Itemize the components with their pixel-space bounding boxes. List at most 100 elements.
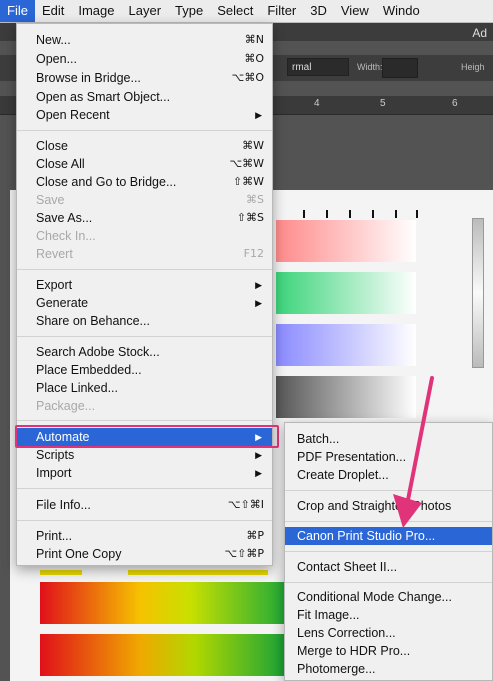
menu-item-merge-to-hdr-pro[interactable]: Merge to HDR Pro...	[285, 642, 492, 660]
menu-item-new[interactable]: New... ⌘N	[17, 31, 272, 49]
menu-item-close-and-go-to-bridge[interactable]: Close and Go to Bridge... ⇧⌘W	[17, 173, 272, 191]
menubar-select[interactable]: Select	[210, 0, 260, 22]
menu-item-lens-correction[interactable]: Lens Correction...	[285, 624, 492, 642]
spectrum-gradient-bar	[40, 634, 290, 676]
menu-item-label: Save As...	[36, 211, 93, 225]
menu-item-open[interactable]: Open... ⌘O	[17, 50, 272, 68]
height-label: Heigh	[461, 62, 485, 72]
menubar-image[interactable]: Image	[71, 0, 121, 22]
menu-item-crop-and-straighten-photos[interactable]: Crop and Straighten Photos	[285, 497, 492, 515]
canvas-tick-mark	[395, 210, 397, 218]
menu-item-label: Print One Copy	[36, 547, 122, 561]
menu-item-save: Save ⌘S	[17, 191, 272, 209]
ruler-number: 5	[380, 98, 386, 109]
menu-item-close-all[interactable]: Close All ⌥⌘W	[17, 155, 272, 173]
width-field[interactable]	[382, 58, 418, 78]
menu-separator	[17, 336, 272, 337]
menubar-type[interactable]: Type	[168, 0, 210, 22]
menu-item-conditional-mode-change[interactable]: Conditional Mode Change...	[285, 588, 492, 606]
menu-item-label: Open Recent	[36, 108, 110, 122]
shortcut-label: F12	[243, 247, 264, 260]
menu-item-label: Crop and Straighten Photos	[297, 499, 452, 513]
menu-item-label: Merge to HDR Pro...	[297, 644, 411, 658]
menu-item-label: File Info...	[36, 498, 91, 512]
shortcut-label: ⌘P	[246, 529, 264, 542]
menu-item-label: Check In...	[36, 229, 96, 243]
menu-item-label: Place Linked...	[36, 381, 118, 395]
menu-item-label: Scripts	[36, 448, 75, 462]
menu-item-label: Package...	[36, 399, 96, 413]
menu-item-label: Close	[36, 139, 68, 153]
menu-item-label: Save	[36, 193, 65, 207]
yellow-swatch	[40, 570, 82, 575]
shortcut-label: ⌥⌘O	[231, 71, 264, 84]
menubar-3d[interactable]: 3D	[303, 0, 334, 22]
menu-item-fit-image[interactable]: Fit Image...	[285, 606, 492, 624]
menu-item-photomerge[interactable]: Photomerge...	[285, 660, 492, 678]
menu-item-export[interactable]: Export ▶	[17, 276, 272, 294]
canvas-tick-mark	[303, 210, 305, 218]
menu-item-import[interactable]: Import ▶	[17, 464, 272, 482]
blue-gradient-band	[276, 324, 416, 366]
menubar-file[interactable]: File	[0, 0, 35, 22]
menu-item-label: Contact Sheet II...	[297, 560, 398, 574]
menu-item-place-embedded[interactable]: Place Embedded...	[17, 361, 272, 379]
menu-item-check-in: Check In...	[17, 227, 272, 245]
menubar-edit[interactable]: Edit	[35, 0, 71, 22]
menu-item-label: Create Droplet...	[297, 468, 389, 482]
menu-item-generate[interactable]: Generate ▶	[17, 294, 272, 312]
menu-separator	[285, 521, 492, 522]
menu-item-open-as-smart-object[interactable]: Open as Smart Object...	[17, 88, 272, 106]
menu-item-package: Package...	[17, 397, 272, 415]
menu-item-browse-in-bridge[interactable]: Browse in Bridge... ⌥⌘O	[17, 69, 272, 87]
menu-separator	[17, 269, 272, 270]
green-gradient-band	[276, 272, 416, 314]
menu-item-print[interactable]: Print... ⌘P	[17, 527, 272, 545]
menu-item-label: Close All	[36, 157, 85, 171]
menu-item-batch[interactable]: Batch...	[285, 430, 492, 448]
menu-item-contact-sheet-ii[interactable]: Contact Sheet II...	[285, 558, 492, 576]
menu-item-label: Generate	[36, 296, 89, 310]
canvas-tick-mark	[326, 210, 328, 218]
menu-item-label: Open as Smart Object...	[36, 90, 171, 104]
menu-item-search-adobe-stock[interactable]: Search Adobe Stock...	[17, 343, 272, 361]
canvas-tick-mark	[372, 210, 374, 218]
menu-item-automate[interactable]: Automate ▶	[17, 428, 272, 446]
file-menu: New... ⌘N Open... ⌘O Browse in Bridge... ⌥⌘…	[16, 23, 273, 566]
submenu-arrow-icon: ▶	[255, 468, 262, 478]
shortcut-label: ⇧⌘S	[236, 211, 264, 224]
shortcut-label: ⌘S	[246, 193, 264, 206]
menu-item-scripts[interactable]: Scripts ▶	[17, 446, 272, 464]
menu-item-open-recent[interactable]: Open Recent ▶	[17, 106, 272, 124]
menu-separator	[285, 551, 492, 552]
menu-item-close[interactable]: Close ⌘W	[17, 137, 272, 155]
menu-item-label: Import	[36, 466, 72, 480]
menu-item-pdf-presentation[interactable]: PDF Presentation...	[285, 448, 492, 466]
yellow-swatch	[128, 570, 268, 575]
menu-item-label: Search Adobe Stock...	[36, 345, 160, 359]
menu-item-label: Photomerge...	[297, 662, 376, 676]
menu-item-label: New...	[36, 33, 71, 47]
menu-item-file-info[interactable]: File Info... ⌥⇧⌘I	[17, 496, 272, 514]
submenu-arrow-icon: ▶	[255, 110, 262, 120]
ruler-number: 6	[452, 98, 458, 109]
blend-mode-select[interactable]: rmal	[287, 58, 349, 76]
canvas-tick-mark	[416, 210, 418, 218]
menu-item-print-one-copy[interactable]: Print One Copy ⌥⇧⌘P	[17, 545, 272, 563]
submenu-arrow-icon: ▶	[255, 450, 262, 460]
menubar-layer[interactable]: Layer	[122, 0, 169, 22]
menu-item-label: Place Embedded...	[36, 363, 142, 377]
menu-item-save-as[interactable]: Save As... ⇧⌘S	[17, 209, 272, 227]
red-gradient-band	[276, 220, 416, 262]
menu-item-label: Batch...	[297, 432, 340, 446]
shortcut-label: ⌥⇧⌘P	[224, 547, 264, 560]
menu-item-create-droplet[interactable]: Create Droplet...	[285, 466, 492, 484]
menubar-view[interactable]: View	[334, 0, 376, 22]
menu-item-share-on-behance[interactable]: Share on Behance...	[17, 312, 272, 330]
menubar-filter[interactable]: Filter	[260, 0, 303, 22]
menu-item-label: Close and Go to Bridge...	[36, 175, 177, 189]
menu-item-label: Revert	[36, 247, 73, 261]
menu-item-canon-print-studio-pro[interactable]: Canon Print Studio Pro...	[285, 527, 492, 545]
menubar-window[interactable]: Windo	[376, 0, 427, 22]
menu-item-place-linked[interactable]: Place Linked...	[17, 379, 272, 397]
